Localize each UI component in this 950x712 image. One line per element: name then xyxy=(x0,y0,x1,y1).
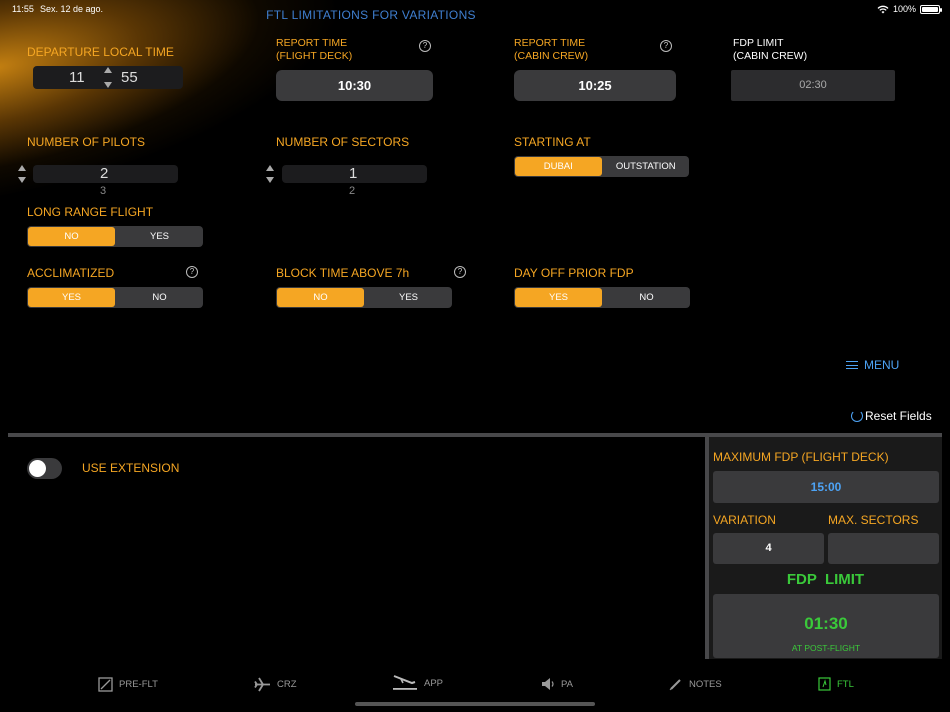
pilots-next-value: 3 xyxy=(100,185,107,197)
day-off-option-no[interactable]: NO xyxy=(603,287,690,308)
max-sectors-value[interactable] xyxy=(828,533,939,564)
wifi-icon xyxy=(877,5,889,13)
long-range-segmented: NO YES xyxy=(27,226,203,247)
home-indicator xyxy=(355,702,595,706)
menu-label: MENU xyxy=(864,358,900,372)
report-cc-label-line1: REPORT TIME xyxy=(514,37,586,49)
sectors-picker[interactable]: 1 xyxy=(282,165,427,183)
landing-icon xyxy=(393,675,417,690)
block-time-option-yes[interactable]: YES xyxy=(365,287,452,308)
fdp-limit-cc-label-line1: FDP LIMIT xyxy=(733,37,784,49)
report-fd-label-line1: REPORT TIME xyxy=(276,37,348,49)
variation-value[interactable]: 4 xyxy=(713,533,824,564)
fdp-limit-cc-value: 02:30 xyxy=(731,70,895,101)
extension-label: USE EXTENSION xyxy=(82,461,180,475)
sectors-value[interactable]: 1 xyxy=(349,165,357,182)
tab-notes-label: NOTES xyxy=(689,678,722,690)
refresh-icon xyxy=(851,410,863,422)
page-title: FTL LIMITATIONS FOR VARIATIONS xyxy=(266,8,476,22)
block-time-segmented: NO YES xyxy=(276,287,452,308)
help-icon[interactable]: ? xyxy=(454,266,466,278)
fdp-limit-sub: AT POST-FLIGHT xyxy=(791,643,861,653)
day-off-segmented: YES NO xyxy=(514,287,690,308)
help-icon[interactable]: ? xyxy=(660,40,672,52)
menu-button[interactable]: MENU xyxy=(846,358,899,372)
sectors-label: NUMBER OF SECTORS xyxy=(276,135,410,149)
report-fd-label-line2: (FLIGHT DECK) xyxy=(276,50,353,62)
extension-toggle[interactable] xyxy=(27,458,62,479)
departure-hour[interactable]: 11 xyxy=(69,69,85,86)
starting-label: STARTING AT xyxy=(514,135,591,149)
tab-notes[interactable]: NOTES xyxy=(669,677,722,691)
max-fdp-value: 15:00 xyxy=(713,471,939,503)
acclimatized-option-no[interactable]: NO xyxy=(116,287,203,308)
speaker-icon xyxy=(542,678,554,690)
block-time-label: BLOCK TIME ABOVE 7h xyxy=(276,266,410,280)
pencil-icon xyxy=(669,679,681,691)
ftl-icon xyxy=(818,677,831,691)
departure-minute[interactable]: 55 xyxy=(121,69,138,86)
acclimatized-option-yes[interactable]: YES xyxy=(28,288,115,307)
long-range-label: LONG RANGE FLIGHT xyxy=(27,205,154,219)
acclimatized-segmented: YES NO xyxy=(27,287,203,308)
tab-ftl[interactable]: FTL xyxy=(818,677,854,691)
max-sectors-label: MAX. SECTORS xyxy=(828,513,919,527)
tab-pa[interactable]: PA xyxy=(541,677,573,691)
tab-ftl-label: FTL xyxy=(837,678,854,690)
fdp-limit-cc-label: FDP LIMIT (CABIN CREW) xyxy=(733,37,807,63)
increment-arrow-icon[interactable] xyxy=(104,67,112,73)
tab-crz-label: CRZ xyxy=(277,679,297,690)
long-range-option-yes[interactable]: YES xyxy=(116,226,203,247)
report-cc-value[interactable]: 10:25 xyxy=(514,70,676,101)
decrement-arrow-icon[interactable] xyxy=(104,82,112,88)
pilots-value[interactable]: 2 xyxy=(100,165,108,182)
acclimatized-label: ACCLIMATIZED xyxy=(27,266,115,280)
report-fd-value[interactable]: 10:30 xyxy=(276,70,433,101)
increment-arrow-icon[interactable] xyxy=(266,165,274,171)
max-fdp-label: MAXIMUM FDP (FLIGHT DECK) xyxy=(713,450,889,464)
status-right: 100% xyxy=(877,4,942,14)
hamburger-icon xyxy=(846,361,858,369)
tab-pre-flt-label: PRE-FLT xyxy=(119,679,158,690)
long-range-option-no[interactable]: NO xyxy=(28,227,115,246)
fdp-limit-value: 01:30 xyxy=(804,614,848,633)
sectors-next-value: 2 xyxy=(349,185,356,197)
battery-icon xyxy=(920,4,942,14)
tab-pa-label: PA xyxy=(561,678,573,690)
starting-segmented: DUBAI OUTSTATION xyxy=(514,156,689,177)
ambient-glow xyxy=(0,0,359,216)
increment-arrow-icon[interactable] xyxy=(18,165,26,171)
decrement-arrow-icon[interactable] xyxy=(18,177,26,183)
tab-pre-flt[interactable]: PRE-FLT xyxy=(98,677,158,692)
departure-time-picker[interactable]: 11 55 xyxy=(33,66,183,89)
pilots-label: NUMBER OF PILOTS xyxy=(27,135,146,149)
block-time-option-no[interactable]: NO xyxy=(277,288,364,307)
help-icon[interactable]: ? xyxy=(419,40,431,52)
checkbox-icon xyxy=(98,677,113,692)
help-icon[interactable]: ? xyxy=(186,266,198,278)
pilots-picker[interactable]: 2 xyxy=(33,165,178,183)
tab-app-label: APP xyxy=(424,677,444,689)
report-cc-label: REPORT TIME (CABIN CREW) xyxy=(514,37,588,63)
battery-percent: 100% xyxy=(892,4,916,14)
tab-crz[interactable]: CRZ xyxy=(254,677,297,692)
toggle-knob xyxy=(29,460,46,477)
report-fd-label: REPORT TIME (FLIGHT DECK) xyxy=(276,37,352,63)
departure-label: DEPARTURE LOCAL TIME xyxy=(27,45,174,59)
starting-option-dubai[interactable]: DUBAI xyxy=(515,157,602,176)
report-cc-label-line2: (CABIN CREW) xyxy=(514,50,589,62)
fdp-limit-cc-label-line2: (CABIN CREW) xyxy=(733,50,808,62)
reset-fields-button[interactable]: Reset Fields xyxy=(851,409,932,423)
fdp-limit-label: FDP LIMIT xyxy=(786,571,865,588)
variation-label: VARIATION xyxy=(713,513,776,527)
decrement-arrow-icon[interactable] xyxy=(266,177,274,183)
starting-option-outstation[interactable]: OUTSTATION xyxy=(603,156,690,177)
day-off-option-yes[interactable]: YES xyxy=(515,288,602,307)
reset-fields-label: Reset Fields xyxy=(865,409,932,423)
day-off-label: DAY OFF PRIOR FDP xyxy=(514,266,634,280)
fdp-limit-box: 01:30 AT POST-FLIGHT xyxy=(713,594,939,658)
airplane-icon xyxy=(254,677,270,692)
tab-app[interactable]: APP xyxy=(392,673,443,693)
